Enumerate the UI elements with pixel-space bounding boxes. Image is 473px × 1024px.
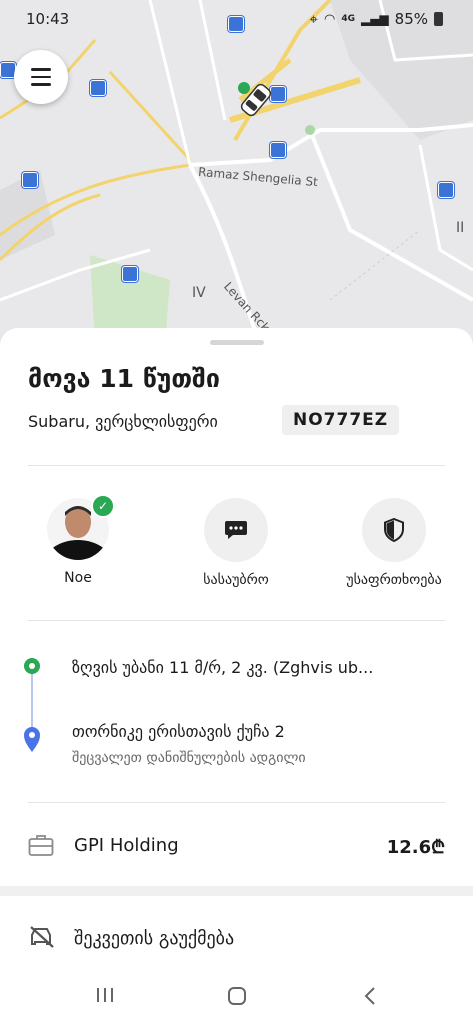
change-destination-link[interactable]: შეცვალეთ დანიშნულების ადგილი [72, 750, 306, 766]
location-icon: ⌖ [309, 10, 318, 28]
battery-icon [434, 12, 443, 26]
section-separator [0, 886, 473, 896]
avatar[interactable]: ✓ [47, 494, 115, 560]
driver-profile[interactable]: ✓ Noe [8, 494, 148, 586]
shield-icon [384, 518, 404, 542]
bus-stop-icon [90, 80, 106, 96]
bus-stop-icon [22, 172, 38, 188]
bus-stop-icon [438, 182, 454, 198]
home-icon[interactable] [227, 986, 247, 1006]
trip-price: 12.6₾ [386, 837, 445, 858]
destination-address[interactable]: თორნიკე ერისთავის ქუჩა 2 [72, 722, 444, 741]
wifi-icon: ◠ [323, 11, 336, 27]
district-label: IV [192, 285, 206, 301]
battery-level: 85% [394, 10, 428, 28]
system-nav-bar [0, 964, 473, 1024]
pickup-address[interactable]: ზღვის უბანი 11 მ/რ, 2 კვ. (Zghvis ub... [72, 658, 444, 677]
cancel-order-button[interactable]: შეკვეთის გაუქმება [74, 928, 234, 949]
car-description: Subaru, ვერცხლისფერი [28, 412, 218, 431]
signal-icon: ▂▄▆ [360, 12, 389, 26]
driver-name: Noe [64, 570, 92, 586]
trip-sheet: მოვა 11 წუთში Subaru, ვერცხლისფერი NO777… [0, 328, 473, 1024]
payment-method[interactable]: GPI Holding [74, 835, 179, 856]
status-time: 10:43 [26, 10, 70, 28]
map-view[interactable]: Ramaz Shengelia St Levan Rck IV II [0, 0, 473, 345]
briefcase-icon [28, 835, 54, 856]
network-type: 4G [341, 14, 355, 24]
route-line [24, 658, 40, 752]
chat-bubble-icon [225, 521, 247, 539]
verified-check-icon: ✓ [91, 494, 115, 518]
safety-button-circle[interactable] [362, 498, 426, 562]
status-bar: 10:43 ⌖ ◠ 4G ▂▄▆ 85% [0, 0, 473, 36]
chat-label: სასაუბრო [203, 572, 269, 588]
bus-stop-icon [122, 266, 138, 282]
divider [28, 802, 445, 803]
divider [28, 620, 445, 621]
status-icons: ⌖ ◠ 4G ▂▄▆ 85% [310, 10, 443, 28]
chat-button[interactable]: სასაუბრო [166, 498, 306, 588]
menu-button[interactable] [14, 50, 68, 104]
license-plate: NO777EZ [282, 405, 400, 435]
bus-stop-icon [270, 142, 286, 158]
chat-button-circle[interactable] [204, 498, 268, 562]
recent-apps-icon[interactable] [95, 986, 115, 1004]
safety-button[interactable]: უსაფრთხოება [324, 498, 464, 588]
car-marker-icon [238, 82, 272, 117]
safety-label: უსაფრთხოება [346, 572, 442, 588]
divider [28, 465, 445, 466]
hamburger-icon [31, 66, 51, 89]
eta-title: მოვა 11 წუთში [28, 364, 220, 393]
car-cancel-icon [30, 926, 54, 948]
district-label: II [456, 220, 465, 236]
sheet-drag-handle[interactable] [210, 340, 264, 345]
back-icon[interactable] [363, 986, 377, 1006]
